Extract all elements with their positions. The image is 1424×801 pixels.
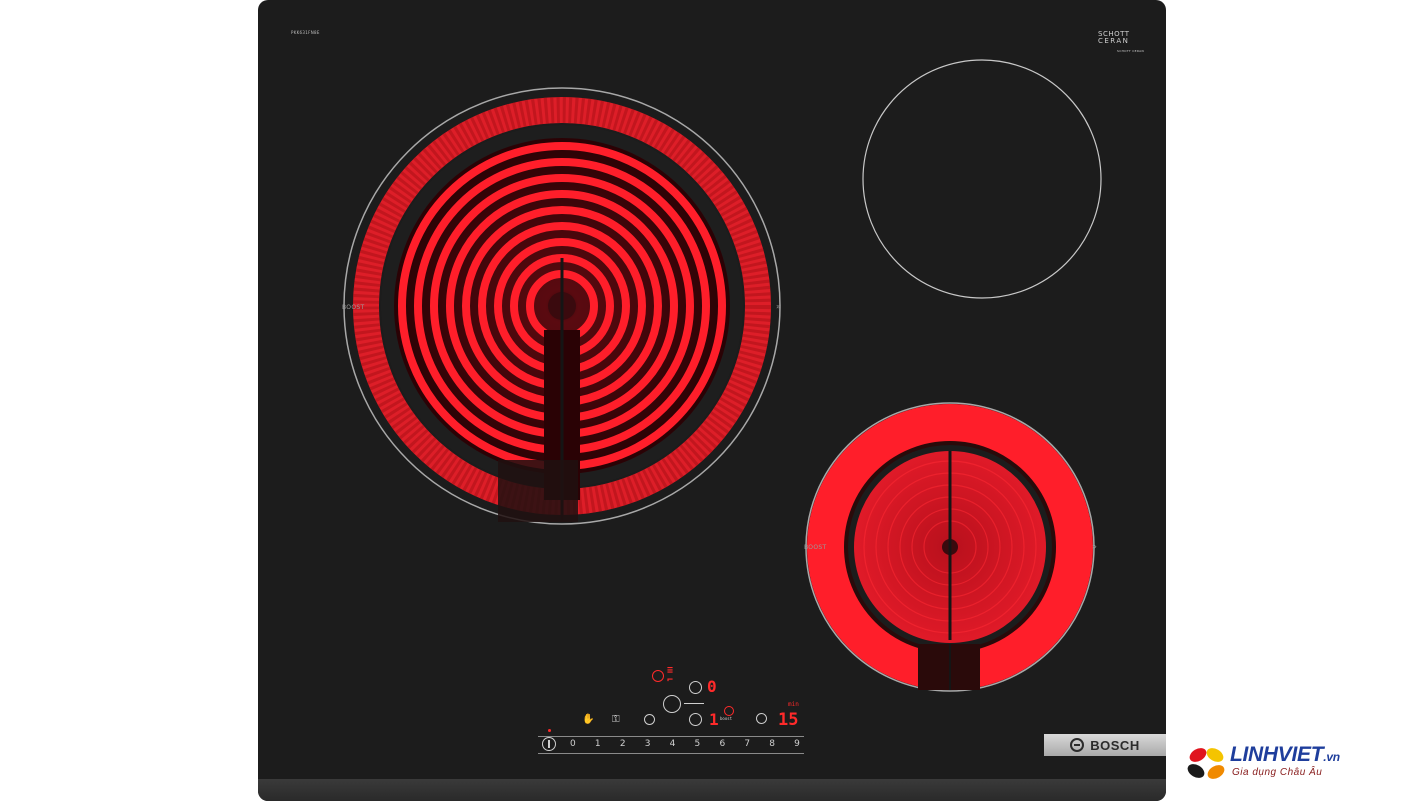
cooktop-glass: PKK631FN8E SCHOTT CERAN SCHOTT CERAN BOO… [258, 0, 1166, 801]
power-level-display-top: 0 [707, 677, 717, 696]
power-indicator-dot [548, 729, 551, 732]
hob-frame-edge [258, 779, 1166, 801]
watermark-logo: LINHVIET.vn Gia dụng Châu Âu [1184, 742, 1384, 786]
scale-3[interactable]: 3 [645, 739, 651, 749]
zone-large-left [343, 87, 781, 525]
timer-unit: min [788, 701, 799, 708]
settings-icon[interactable] [644, 714, 655, 725]
boost-label-right-zone: BOOST [804, 544, 827, 551]
zone-select-button-center[interactable] [663, 695, 681, 713]
wipe-protection-icon[interactable]: ✋ [582, 714, 594, 725]
watermark-tagline: Gia dụng Châu Âu [1232, 767, 1323, 778]
scale-0[interactable]: 0 [570, 739, 576, 749]
scale-2[interactable]: 2 [620, 739, 626, 749]
scale-8[interactable]: 8 [769, 739, 775, 749]
restart-icon[interactable] [652, 670, 664, 682]
zone-divider [684, 703, 704, 704]
timer-icon[interactable] [756, 713, 767, 724]
scale-4[interactable]: 4 [670, 739, 676, 749]
scale-9[interactable]: 9 [794, 739, 800, 749]
power-button[interactable] [542, 737, 556, 751]
brand-name: BOSCH [1090, 737, 1140, 753]
watermark-name: LINHVIET.vn [1230, 743, 1340, 766]
power-scale: 0 1 2 3 4 5 6 7 8 9 [570, 739, 800, 749]
zone-indicator: ≡ ⌐ [667, 665, 674, 686]
scale-7[interactable]: 7 [744, 739, 750, 749]
scale-1[interactable]: 1 [595, 739, 601, 749]
dual-zone-icon-right: » [1092, 542, 1098, 551]
zone-select-button-bottom[interactable] [689, 713, 702, 726]
power-level-display-mid: 1 [709, 710, 719, 729]
brand-plate: BOSCH [1044, 734, 1166, 756]
child-lock-key-icon[interactable]: ⚿ [612, 714, 620, 725]
timer-display: 15 [778, 710, 799, 730]
scale-6[interactable]: 6 [719, 739, 725, 749]
dual-zone-icon: » [776, 302, 782, 311]
zone-top-right [862, 59, 1102, 299]
boost-small-label: boost [720, 716, 733, 721]
zone-select-button-top[interactable] [689, 681, 702, 694]
boost-icon[interactable] [724, 706, 734, 716]
bosch-logo-icon [1070, 738, 1085, 752]
boost-label-left-zone: BOOST [342, 304, 365, 311]
scale-5[interactable]: 5 [695, 739, 701, 749]
zone-bottom-right [805, 402, 1095, 692]
flower-logo-icon [1187, 748, 1225, 779]
